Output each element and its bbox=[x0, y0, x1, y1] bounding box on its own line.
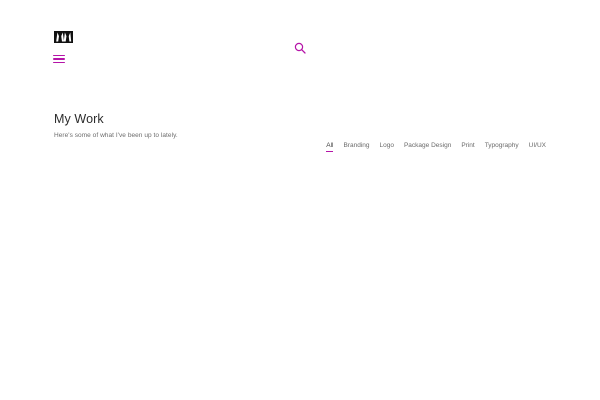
filter-logo[interactable]: Logo bbox=[380, 142, 394, 152]
brand-logo[interactable] bbox=[54, 30, 73, 43]
page-title: My Work bbox=[54, 112, 104, 126]
filter-print[interactable]: Print bbox=[461, 142, 474, 152]
portfolio-filter-bar: All Branding Logo Package Design Print T… bbox=[326, 142, 546, 152]
menu-line bbox=[53, 61, 65, 63]
menu-line bbox=[53, 55, 65, 57]
search-button[interactable] bbox=[294, 41, 306, 54]
filter-package-design[interactable]: Package Design bbox=[404, 142, 451, 152]
search-icon bbox=[294, 42, 306, 54]
brand-monogram-icon bbox=[54, 31, 73, 43]
filter-all[interactable]: All bbox=[326, 142, 334, 152]
portfolio-page: My Work Here's some of what I've been up… bbox=[0, 0, 600, 400]
hamburger-menu-icon[interactable] bbox=[53, 53, 65, 65]
filter-typography[interactable]: Typography bbox=[485, 142, 519, 152]
menu-line bbox=[53, 58, 65, 60]
filter-branding[interactable]: Branding bbox=[343, 142, 369, 152]
filter-ui-ux[interactable]: UI/UX bbox=[529, 142, 546, 152]
page-subtitle: Here's some of what I've been up to late… bbox=[54, 132, 178, 139]
